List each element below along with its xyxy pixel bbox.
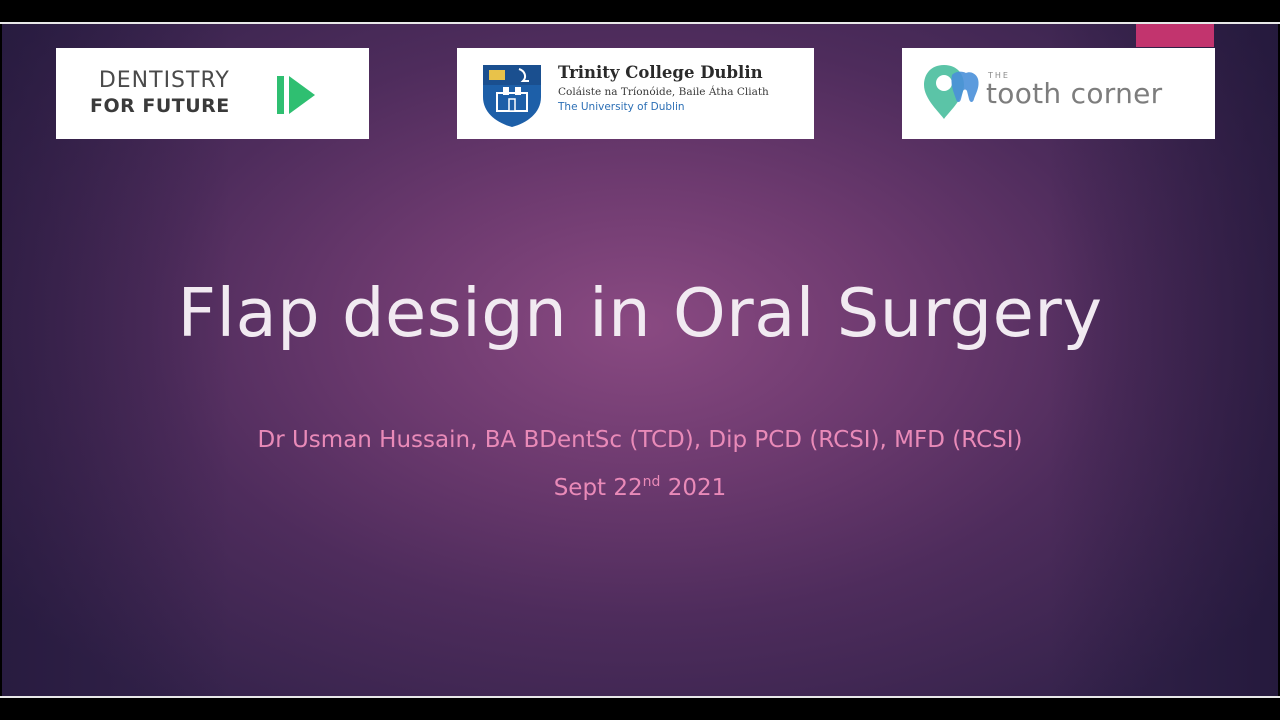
bottom-letterbox [0, 698, 1280, 720]
dff-line1: DENTISTRY [98, 68, 230, 93]
dff-wordmark: DENTISTRY FOR FUTURE [90, 70, 230, 116]
slide-date: Sept 22nd 2021 [2, 475, 1278, 501]
tcd-university: The University of Dublin [558, 101, 685, 114]
tcd-irish-name: Coláiste na Tríonóide, Baile Átha Cliath [558, 85, 769, 98]
slide: DENTISTRY FOR FUTURE Trinity College Dub… [2, 24, 1278, 696]
slide-author: Dr Usman Hussain, BA BDentSc (TCD), Dip … [257, 427, 1023, 453]
tcd-wordmark: Trinity College Dublin Coláiste na Tríon… [558, 63, 769, 114]
date-suffix: nd [642, 474, 661, 490]
date-year: 2021 [660, 475, 727, 501]
video-frame: DENTISTRY FOR FUTURE Trinity College Dub… [0, 0, 1280, 720]
dentistry-for-future-logo: DENTISTRY FOR FUTURE [56, 48, 369, 139]
top-letterbox [0, 0, 1280, 22]
dff-line2: FOR FUTURE [90, 95, 230, 117]
date-prefix: Sept 22 [553, 475, 643, 501]
tooth-pin-icon [924, 65, 979, 119]
crest-icon [483, 65, 541, 127]
tooth-corner-name: tooth corner [986, 77, 1163, 110]
trinity-college-dublin-logo: Trinity College Dublin Coláiste na Tríon… [457, 48, 814, 139]
tooth-corner-logo: THE tooth corner [902, 48, 1215, 139]
accent-tab [1136, 24, 1214, 47]
slide-title: Flap design in Oral Surgery [177, 274, 1103, 352]
tcd-name: Trinity College Dublin [558, 63, 763, 82]
play-arrow-icon [277, 76, 315, 114]
